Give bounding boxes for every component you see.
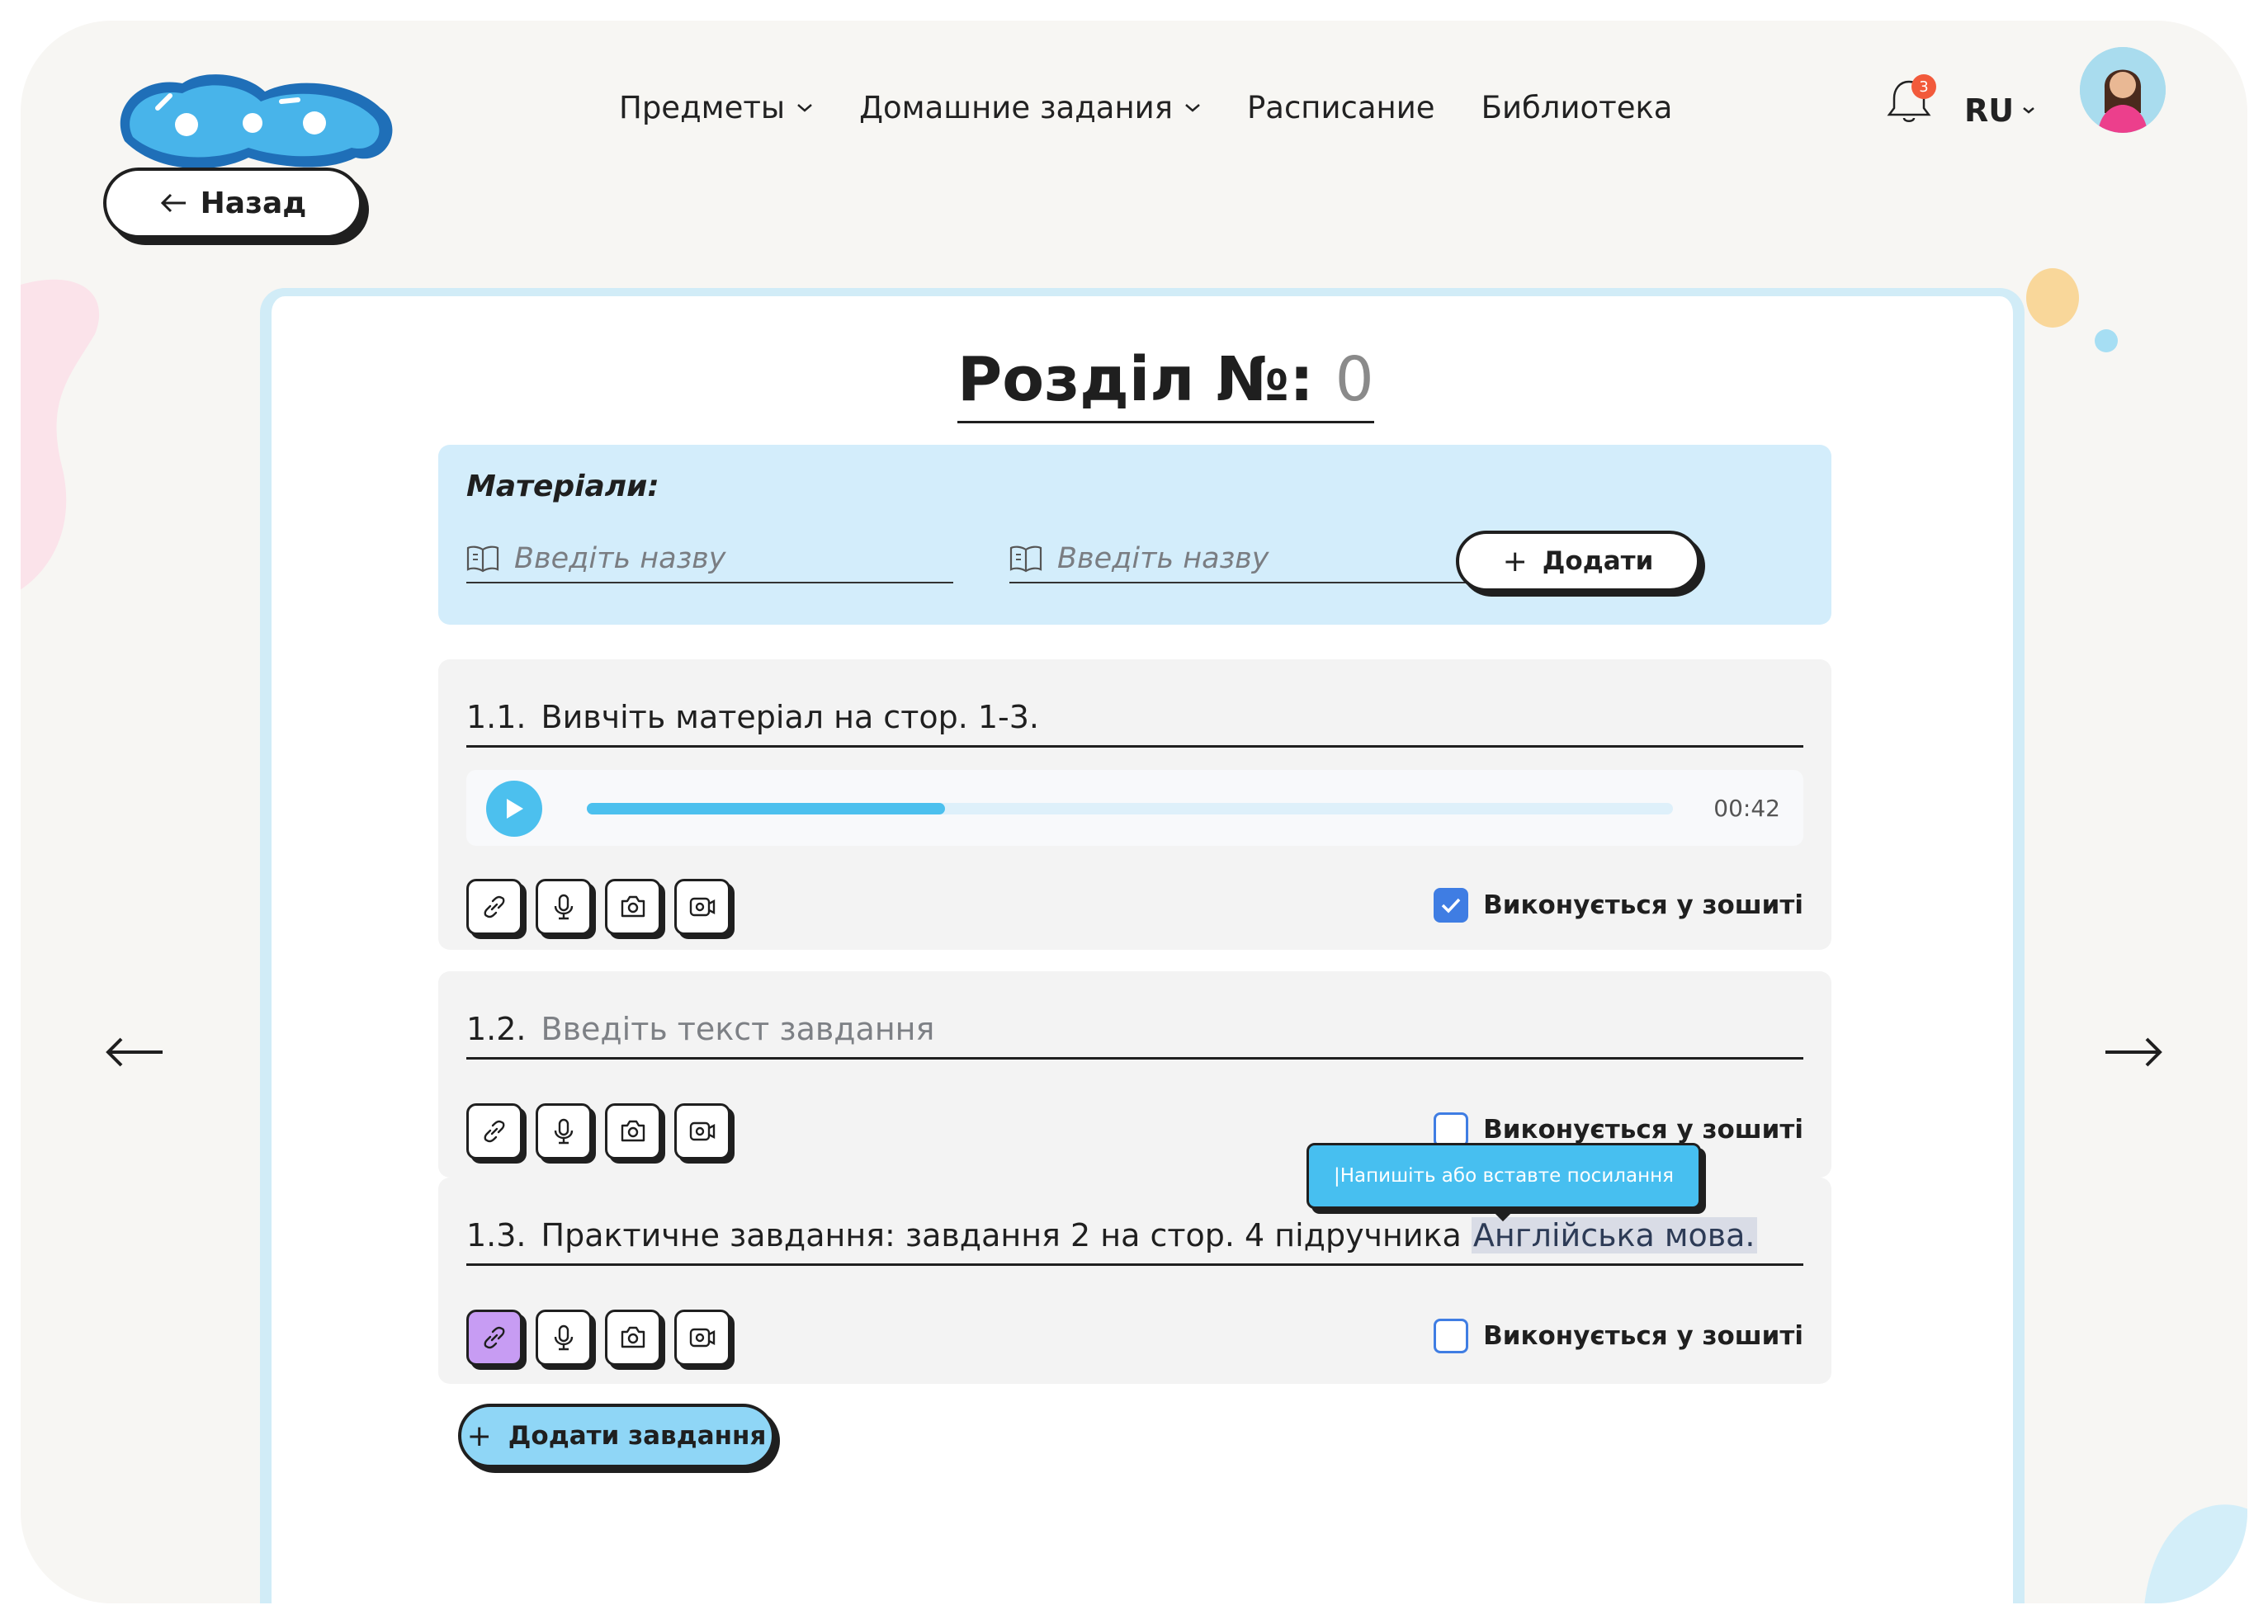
attachment-tools — [466, 1103, 730, 1159]
attachment-tools — [466, 1310, 730, 1366]
play-button[interactable] — [486, 781, 542, 837]
microphone-button[interactable] — [536, 1103, 592, 1159]
camera-icon — [621, 1120, 645, 1142]
material-name-input[interactable]: Введіть назву — [1009, 536, 1496, 583]
checkbox-unchecked[interactable] — [1434, 1112, 1469, 1147]
add-material-button[interactable]: + Додати — [1456, 531, 1700, 592]
materials-label: Матеріали: — [466, 470, 659, 503]
language-select[interactable]: RU — [1964, 92, 2035, 129]
chevron-down-icon — [1185, 103, 1200, 112]
camera-button[interactable] — [605, 1103, 661, 1159]
checkmark-icon — [1441, 898, 1461, 914]
camera-button[interactable] — [605, 879, 661, 935]
task-item: 1.1. Вивчіть матеріал на стор. 1-3. 00:4… — [438, 659, 1831, 950]
chevron-down-icon — [797, 103, 812, 112]
video-icon — [689, 1121, 716, 1141]
link-icon — [484, 895, 505, 918]
play-icon — [507, 799, 523, 819]
section-title: Розділ №: 0 — [957, 338, 1374, 423]
video-icon — [689, 1328, 716, 1348]
microphone-button[interactable] — [536, 879, 592, 935]
nav-item-schedule[interactable]: Расписание — [1247, 90, 1435, 125]
video-icon — [689, 897, 716, 917]
logo[interactable] — [108, 50, 405, 174]
user-avatar-icon — [2080, 47, 2166, 133]
checkbox-checked[interactable] — [1434, 888, 1469, 923]
decor-dot-blue — [2095, 329, 2118, 352]
book-icon — [1009, 545, 1042, 573]
arrow-right-icon[interactable] — [2102, 1036, 2165, 1069]
task-text-field[interactable]: 1.1. Вивчіть матеріал на стор. 1-3. — [466, 689, 1803, 748]
link-icon — [484, 1326, 505, 1349]
video-button[interactable] — [674, 1310, 730, 1366]
arrow-left-icon — [160, 193, 186, 213]
link-input-tooltip[interactable]: |Напишіть або вставте посилання — [1306, 1143, 1701, 1209]
video-button[interactable] — [674, 1103, 730, 1159]
nav-item-homework[interactable]: Домашние задания — [859, 90, 1201, 125]
audio-progress-fill — [587, 803, 946, 814]
section-number[interactable]: 0 — [1335, 344, 1374, 415]
notebook-checkbox[interactable]: Виконується у зошиті — [1434, 888, 1803, 923]
link-button[interactable] — [466, 1103, 522, 1159]
camera-icon — [621, 1326, 645, 1348]
camera-icon — [621, 895, 645, 918]
audio-progress-bar[interactable] — [587, 803, 1673, 814]
selected-text[interactable]: Англійська мова. — [1471, 1217, 1757, 1253]
microphone-icon — [554, 1118, 574, 1145]
microphone-button[interactable] — [536, 1310, 592, 1366]
checkbox-unchecked[interactable] — [1434, 1319, 1469, 1353]
main-nav: Предметы Домашние задания Расписание Биб… — [619, 90, 1718, 125]
add-task-button[interactable]: + Додати завдання — [458, 1404, 775, 1468]
plus-icon: + — [466, 1419, 492, 1453]
microphone-icon — [554, 1324, 574, 1351]
book-icon — [466, 545, 499, 573]
plus-icon: + — [1502, 544, 1528, 578]
app-frame: Предметы Домашние задания Расписание Биб… — [21, 21, 2247, 1603]
audio-time: 00:42 — [1713, 795, 1780, 822]
arrow-left-icon[interactable] — [103, 1036, 166, 1069]
camera-button[interactable] — [605, 1310, 661, 1366]
decor-dot-yellow — [2026, 268, 2079, 328]
notebook-checkbox[interactable]: Виконується у зошиті — [1434, 1319, 1803, 1353]
avatar[interactable] — [2080, 47, 2166, 133]
notification-badge: 3 — [1911, 74, 1936, 99]
link-button[interactable] — [466, 1310, 522, 1366]
link-button[interactable] — [466, 879, 522, 935]
back-button[interactable]: Назад — [103, 168, 362, 238]
video-button[interactable] — [674, 879, 730, 935]
task-text-field[interactable]: 1.3. Практичне завдання: завдання 2 на с… — [466, 1207, 1803, 1266]
attachment-tools — [466, 879, 730, 935]
microphone-icon — [554, 894, 574, 920]
link-icon — [484, 1120, 505, 1143]
chevron-down-icon — [2023, 107, 2034, 114]
material-name-input[interactable]: Введіть назву — [466, 536, 953, 583]
nav-item-subjects[interactable]: Предметы — [619, 90, 813, 125]
materials-panel: Матеріали: Введіть назву Введіть назву +… — [438, 445, 1831, 625]
decor-blob-pink — [21, 279, 99, 590]
decor-blob-blue — [2144, 1504, 2247, 1603]
audio-player: 00:42 — [466, 770, 1803, 846]
task-text-field[interactable]: 1.2. Введіть текст завдання — [466, 1001, 1803, 1060]
nav-item-library[interactable]: Библиотека — [1481, 90, 1673, 125]
notebook-checkbox[interactable]: Виконується у зошиті — [1434, 1112, 1803, 1147]
